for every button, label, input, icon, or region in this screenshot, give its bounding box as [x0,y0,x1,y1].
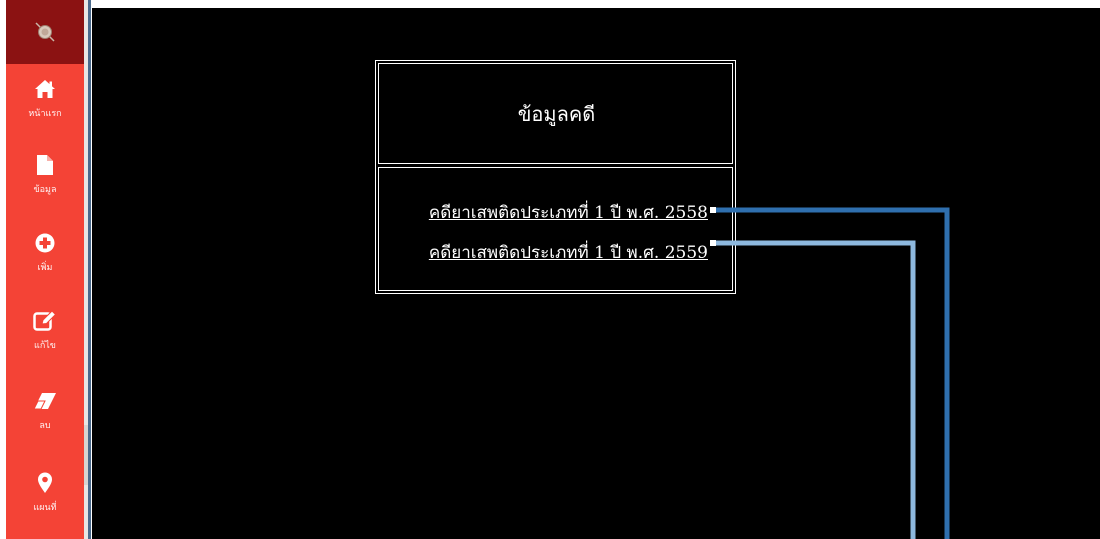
sidebar-item-label: แผนที่ [33,503,57,513]
map-marker-icon [6,470,84,496]
case-info-table: ข้อมูลคดี คดียาเสพติดประเภทที่ 1 ปี พ.ศ.… [375,60,736,294]
sidebar-item-data[interactable]: ข้อมูล [6,140,84,210]
sidebar-item-label: ลบ [39,421,51,431]
main-content: ข้อมูลคดี คดียาเสพติดประเภทที่ 1 ปี พ.ศ.… [92,8,1100,539]
sidebar-item-delete[interactable]: ลบ [6,376,84,446]
table-title: ข้อมูลคดี [517,102,596,126]
home-icon [6,76,84,102]
sidebar: หน้าแรก ข้อมูล เพิ่ม แก้ไข ลบ แผนที่ [6,0,84,539]
page: หน้าแรก ข้อมูล เพิ่ม แก้ไข ลบ แผนที่ ข้อ… [0,0,1100,539]
sidebar-item-home[interactable]: หน้าแรก [6,64,84,134]
table-body-cell: คดียาเสพติดประเภทที่ 1 ปี พ.ศ. 2558 คดีย… [378,167,733,291]
court-emblem-icon [35,22,55,42]
case-link-2558[interactable]: คดียาเสพติดประเภทที่ 1 ปี พ.ศ. 2558 [429,199,708,226]
sidebar-item-map[interactable]: แผนที่ [6,458,84,528]
logo-area[interactable] [6,0,84,64]
sidebar-item-label: ข้อมูล [33,185,57,195]
eraser-icon [6,388,84,414]
table-header-cell: ข้อมูลคดี [378,63,733,164]
case-link-2559[interactable]: คดียาเสพติดประเภทที่ 1 ปี พ.ศ. 2559 [429,239,708,266]
sidebar-item-add[interactable]: เพิ่ม [6,218,84,288]
sidebar-item-label: เพิ่ม [37,263,53,273]
divider [88,0,91,539]
edit-icon [6,308,84,334]
document-icon [6,152,84,178]
sidebar-item-edit[interactable]: แก้ไข [6,296,84,366]
sidebar-item-label: แก้ไข [34,341,56,351]
plus-circle-icon [6,230,84,256]
sidebar-item-label: หน้าแรก [28,109,62,119]
